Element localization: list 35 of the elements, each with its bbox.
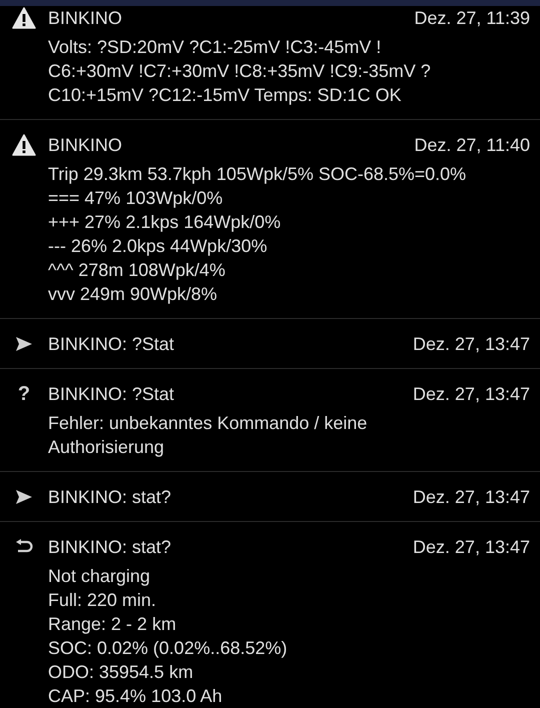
message-sender: BINKINO: stat? (48, 486, 172, 508)
message-time: Dez. 27, 13:47 (412, 332, 530, 356)
warning-icon (12, 7, 36, 29)
message-sender: BINKINO (48, 134, 124, 156)
message-line: +++ 27% 2.1kps 164Wpk/0% (48, 211, 281, 234)
message-line: ^^^ 278m 108Wpk/4% (48, 259, 226, 282)
message-line: C6:+30mV !C7:+30mV !C8:+35mV !C9:-35mV ? (48, 60, 431, 83)
message-line: CAP: 95.4% 103.0 Ah (48, 685, 222, 708)
message-time: Dez. 27, 13:47 (412, 536, 530, 558)
message-line: Not charging (48, 565, 150, 588)
message-time: Dez. 27, 11:40 (414, 134, 530, 156)
message-line: Volts: ?SD:20mV ?C1:-25mV !C3:-45mV ! (48, 36, 382, 59)
message-sender: BINKINO: ?Stat (48, 382, 176, 406)
message-line: Range: 2 - 2 km (48, 613, 176, 636)
message-line: Trip 29.3km 53.7kph 105Wpk/5% SOC-68.5%=0.0% (48, 163, 466, 186)
warning-icon (12, 134, 36, 156)
message-line: SOC: 0.02% (0.02%..68.52%) (48, 637, 288, 660)
message-line: vvv 249m 90Wpk/8% (48, 283, 218, 306)
message-line: Full: 220 min. (48, 589, 156, 612)
message-sender: BINKINO: ?Stat (48, 332, 176, 356)
message-line: --- 26% 2.0kps 44Wpk/30% (48, 235, 268, 258)
message-line: === 47% 103Wpk/0% (48, 187, 223, 210)
message-line: Fehler: unbekanntes Kommando / keine (48, 412, 368, 435)
message-time: Dez. 27, 11:39 (414, 6, 530, 30)
message-sender: BINKINO (48, 6, 124, 30)
message-line: Authorisierung (48, 436, 164, 459)
return-arrow-icon (15, 539, 33, 555)
message-sender: BINKINO: stat? (48, 536, 172, 558)
message-time: Dez. 27, 13:47 (412, 382, 530, 406)
message-line: ODO: 35954.5 km (48, 661, 194, 684)
question-mark-icon: ? (18, 382, 30, 406)
send-icon (15, 336, 33, 352)
send-icon (15, 489, 33, 505)
message-line: C10:+15mV ?C12:-15mV Temps: SD:1C OK (48, 84, 402, 107)
message-time: Dez. 27, 13:47 (412, 486, 530, 508)
